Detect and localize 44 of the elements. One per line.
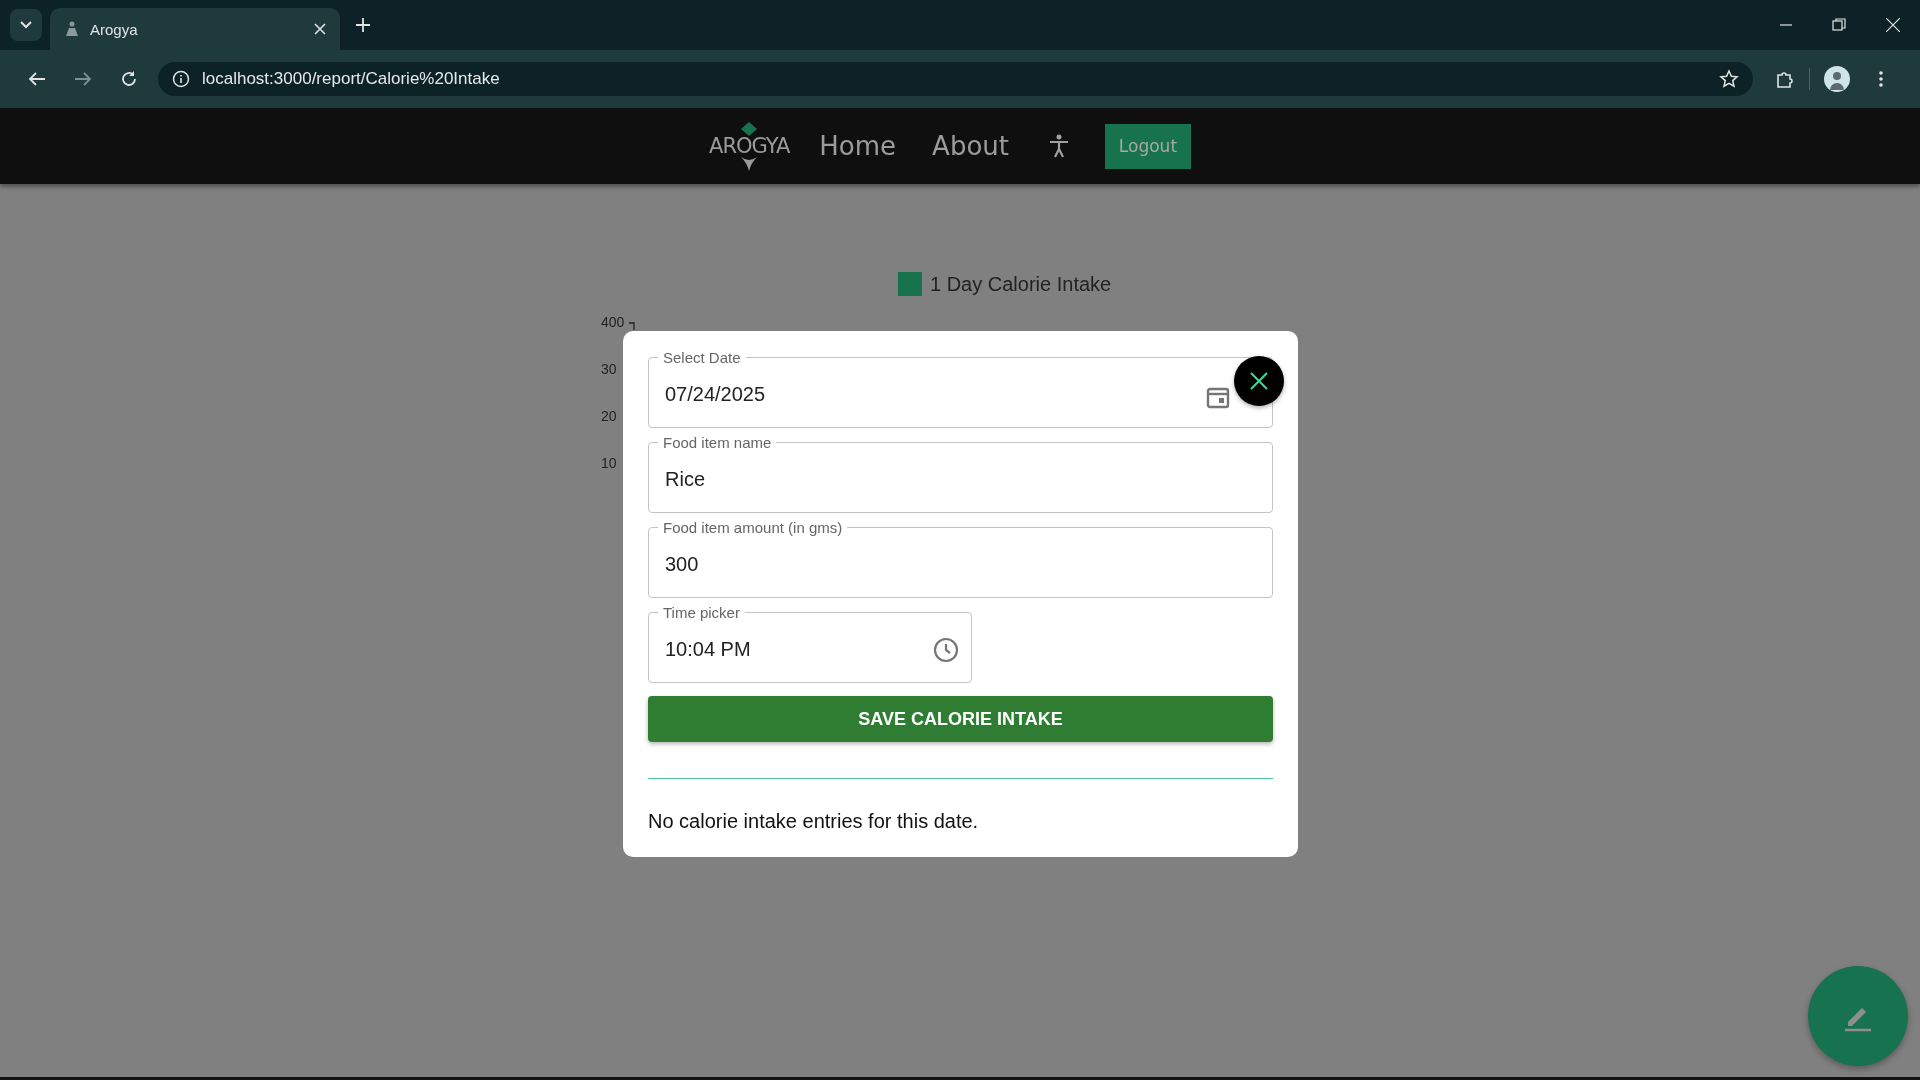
person-icon — [64, 21, 80, 37]
close-button[interactable] — [1234, 356, 1284, 406]
url-text: localhost:3000/report/Calorie%20Intake — [202, 69, 501, 89]
axis-tick — [629, 322, 635, 330]
logo[interactable]: AROGYA — [709, 121, 790, 171]
close-icon[interactable] — [314, 23, 326, 35]
menu-icon[interactable] — [1878, 70, 1884, 88]
star-icon[interactable] — [1719, 69, 1739, 89]
close-icon — [1250, 372, 1268, 390]
input-field[interactable]: Food item amount (in gms) 300 — [648, 519, 1273, 598]
nav-link[interactable]: About — [932, 131, 1009, 161]
address-bar[interactable]: localhost:3000/report/Calorie%20Intake — [158, 62, 1753, 96]
puzzle-icon[interactable] — [1775, 69, 1795, 89]
reload-icon[interactable] — [120, 70, 138, 88]
accessibility-icon[interactable] — [1048, 134, 1069, 158]
save-button[interactable]: SAVE CALORIE INTAKE — [648, 696, 1273, 742]
input-field[interactable]: Time picker 10:04 PM — [648, 604, 972, 683]
restore-icon[interactable] — [1832, 18, 1846, 32]
axis-label: 400 — [601, 314, 625, 331]
empty-message: No calorie intake entries for this date. — [648, 810, 980, 833]
back-icon[interactable] — [28, 70, 46, 88]
field-value: 10:04 PM — [665, 638, 751, 661]
field-value: 300 — [665, 553, 699, 576]
axis-label: 10 — [601, 455, 618, 472]
browser-tab[interactable]: Arogya — [50, 8, 340, 50]
close-icon[interactable] — [1886, 18, 1900, 32]
info-icon[interactable] — [172, 70, 190, 88]
legend-swatch — [898, 272, 922, 296]
axis-label: 20 — [601, 408, 618, 425]
legend-label[interactable]: 1 Day Calorie Intake — [930, 272, 1112, 296]
field-value: Rice — [665, 468, 705, 491]
field-label: Food item name — [662, 434, 773, 451]
field-label: Food item amount (in gms) — [662, 519, 844, 536]
input-field[interactable]: Food item name Rice — [648, 434, 1273, 513]
avatar-icon[interactable] — [1824, 66, 1850, 92]
field-label: Select Date — [662, 349, 742, 366]
forward-icon[interactable] — [74, 70, 92, 88]
field-label: Time picker — [662, 604, 741, 621]
tab-list-button[interactable] — [10, 9, 42, 41]
new-tab-icon[interactable] — [356, 18, 370, 32]
nav-link[interactable]: Home — [819, 131, 897, 161]
field-value: 07/24/2025 — [665, 383, 766, 406]
axis-label: 30 — [601, 361, 618, 378]
clock-icon[interactable] — [933, 636, 959, 663]
